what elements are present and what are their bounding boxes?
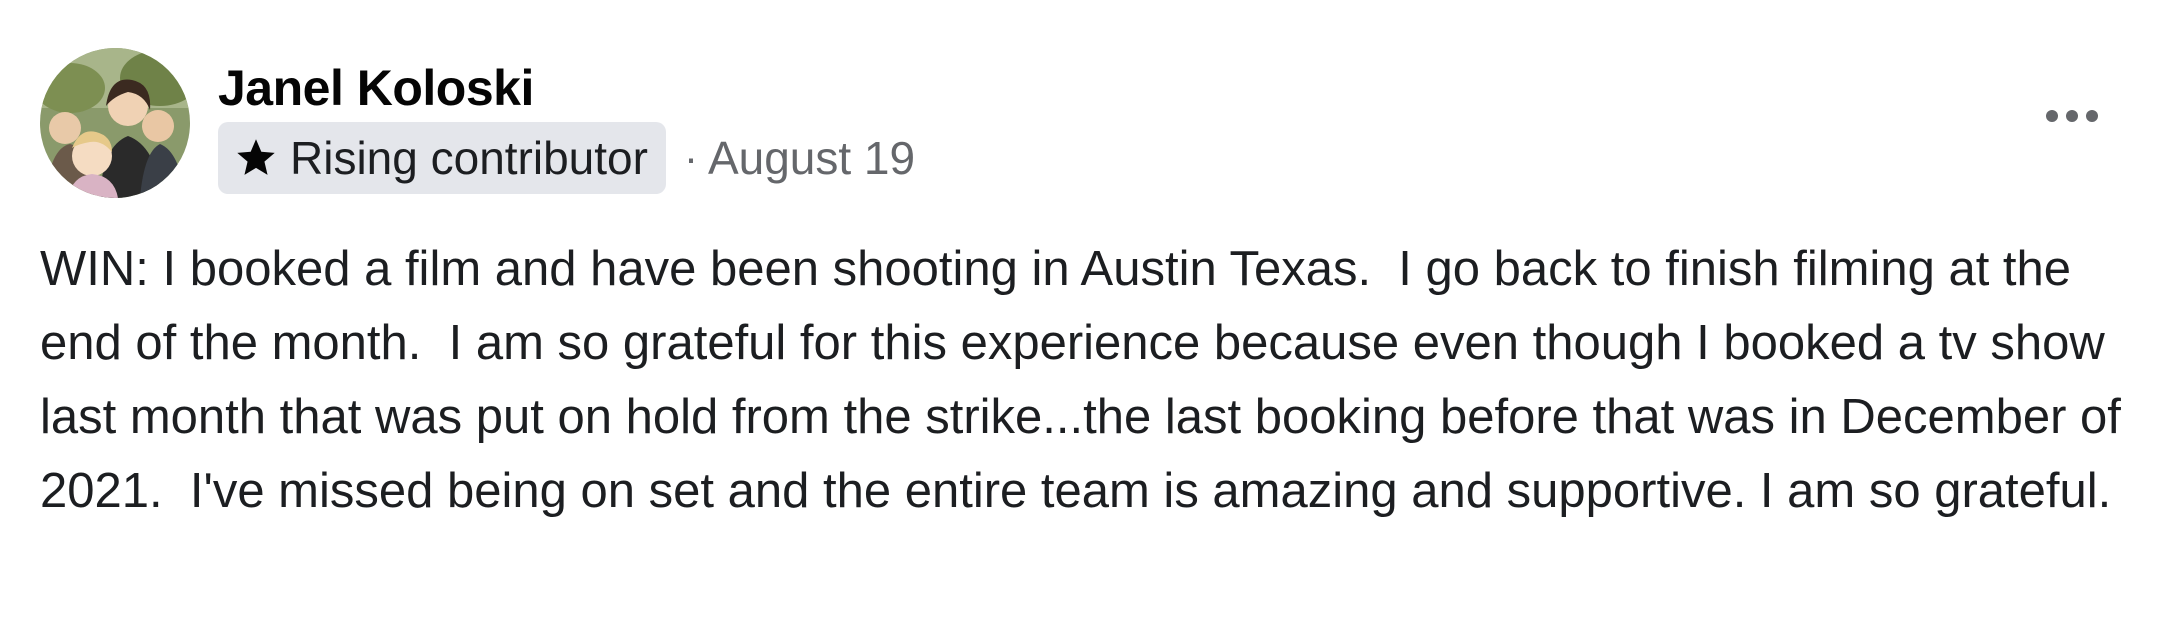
meta-separator: · bbox=[683, 134, 698, 181]
post-meta: Rising contributor · August 19 bbox=[218, 122, 915, 194]
badge-label: Rising contributor bbox=[290, 132, 648, 184]
post-date[interactable]: August 19 bbox=[708, 131, 915, 185]
more-options-icon bbox=[2046, 110, 2058, 122]
avatar-photo bbox=[40, 48, 190, 198]
more-options-button[interactable] bbox=[2032, 88, 2112, 144]
star-icon bbox=[237, 139, 275, 175]
post-text: WIN: I booked a film and have been shoot… bbox=[40, 242, 2135, 518]
more-options-icon-dot bbox=[2066, 110, 2078, 122]
author-name[interactable]: Janel Koloski bbox=[218, 58, 534, 118]
more-options-icon-dot bbox=[2086, 110, 2098, 122]
author-avatar[interactable] bbox=[40, 48, 190, 198]
post-card: Janel Koloski Rising contributor · Augus… bbox=[0, 0, 2160, 628]
contributor-badge[interactable]: Rising contributor bbox=[218, 122, 666, 194]
